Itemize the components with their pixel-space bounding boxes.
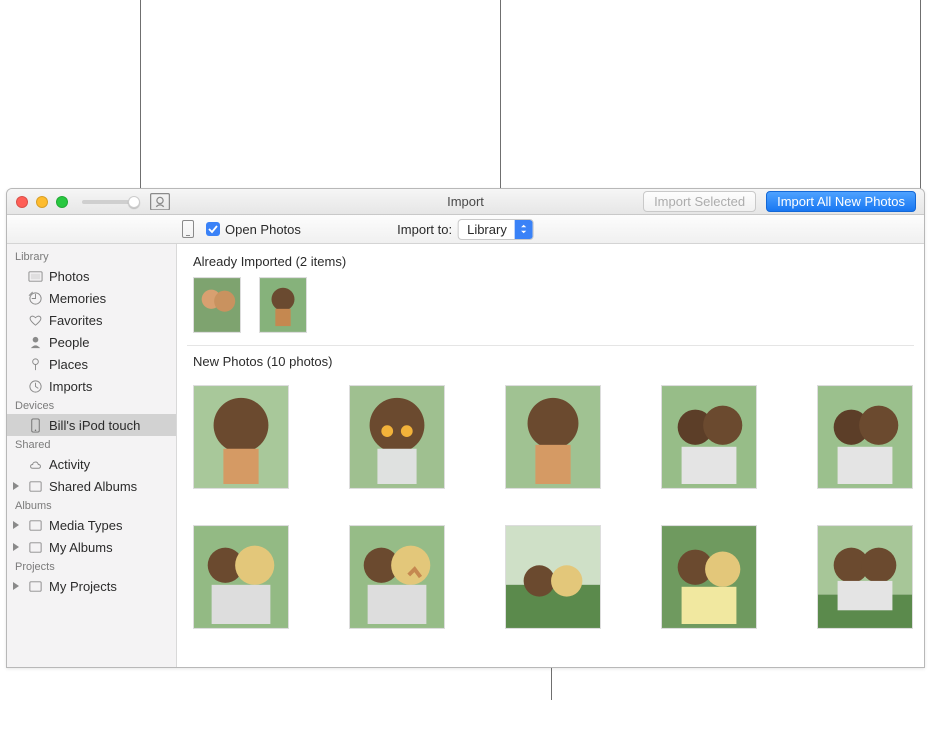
- album-icon: [27, 578, 43, 594]
- already-imported-thumbs: [187, 277, 914, 333]
- sidebar-header-library: Library: [7, 248, 176, 265]
- zoom-window-button[interactable]: [56, 196, 68, 208]
- callout-line: [920, 0, 921, 197]
- clock-icon: [27, 378, 43, 394]
- import-content: Already Imported (2 items) New Photos (1…: [177, 244, 924, 667]
- import-selected-button[interactable]: Import Selected: [643, 191, 756, 212]
- sidebar-header-shared: Shared: [7, 436, 176, 453]
- album-icon: [27, 539, 43, 555]
- thumbnail-zoom-slider[interactable]: [82, 200, 140, 204]
- album-icon: [27, 517, 43, 533]
- sidebar-item-my-projects[interactable]: My Projects: [7, 575, 176, 597]
- sidebar-item-my-albums[interactable]: My Albums: [7, 536, 176, 558]
- heart-icon: [27, 312, 43, 328]
- sidebar-item-label: My Albums: [49, 540, 113, 555]
- photos-icon: [27, 268, 43, 284]
- ipod-icon: [27, 417, 43, 433]
- sidebar-item-places[interactable]: Places: [7, 353, 176, 375]
- sidebar-item-photos[interactable]: Photos: [7, 265, 176, 287]
- new-photos-grid: [187, 377, 914, 635]
- sidebar-item-people[interactable]: People: [7, 331, 176, 353]
- memories-icon: [27, 290, 43, 306]
- sidebar-item-label: Places: [49, 357, 88, 372]
- sidebar-item-memories[interactable]: Memories: [7, 287, 176, 309]
- already-imported-label: Already Imported (2 items): [193, 254, 914, 269]
- sidebar-item-shared-albums[interactable]: Shared Albums: [7, 475, 176, 497]
- import-toolbar: Open Photos Import to: Library: [7, 215, 924, 244]
- album-icon: [27, 478, 43, 494]
- photo-thumbnail[interactable]: [349, 385, 445, 489]
- photo-thumbnail[interactable]: [193, 385, 289, 489]
- callout-line: [500, 0, 501, 218]
- sidebar-item-imports[interactable]: Imports: [7, 375, 176, 397]
- import-to-group: Import to: Library: [397, 219, 534, 240]
- sidebar-item-media-types[interactable]: Media Types: [7, 514, 176, 536]
- close-window-button[interactable]: [16, 196, 28, 208]
- open-photos-checkbox[interactable]: [206, 222, 220, 236]
- titlebar: Import Import Selected Import All New Ph…: [7, 189, 924, 215]
- sidebar-item-label: Memories: [49, 291, 106, 306]
- open-photos-label: Open Photos: [225, 222, 301, 237]
- sidebar-item-label: Photos: [49, 269, 89, 284]
- photo-thumbnail[interactable]: [193, 525, 289, 629]
- sidebar-header-projects: Projects: [7, 558, 176, 575]
- already-imported-section: Already Imported (2 items): [187, 254, 914, 346]
- photo-thumbnail[interactable]: [505, 525, 601, 629]
- sidebar-header-devices: Devices: [7, 397, 176, 414]
- sidebar-item-label: Activity: [49, 457, 90, 472]
- sidebar-item-label: Imports: [49, 379, 92, 394]
- import-all-button[interactable]: Import All New Photos: [766, 191, 916, 212]
- photo-thumbnail[interactable]: [817, 385, 913, 489]
- callout-line: [551, 665, 552, 700]
- minimize-window-button[interactable]: [36, 196, 48, 208]
- sidebar-item-favorites[interactable]: Favorites: [7, 309, 176, 331]
- import-to-value: Library: [459, 220, 515, 239]
- sidebar-item-label: My Projects: [49, 579, 117, 594]
- photo-thumbnail[interactable]: [505, 385, 601, 489]
- titlebar-right: Import Selected Import All New Photos: [643, 191, 916, 212]
- sidebar-item-label: Bill's iPod touch: [49, 418, 140, 433]
- import-to-label: Import to:: [397, 222, 452, 237]
- person-icon: [27, 334, 43, 350]
- device-icon: [182, 220, 194, 238]
- photo-thumbnail[interactable]: [661, 525, 757, 629]
- sidebar-header-albums: Albums: [7, 497, 176, 514]
- sidebar-item-label: People: [49, 335, 89, 350]
- sidebar-item-label: Favorites: [49, 313, 102, 328]
- cloud-icon: [27, 456, 43, 472]
- photo-thumbnail[interactable]: [349, 525, 445, 629]
- sidebar-item-label: Shared Albums: [49, 479, 137, 494]
- photo-thumbnail[interactable]: [193, 277, 241, 333]
- pin-icon: [27, 356, 43, 372]
- photo-thumbnail[interactable]: [661, 385, 757, 489]
- sidebar: Library Photos Memories Favorites People…: [7, 244, 177, 667]
- info-icon[interactable]: [150, 194, 170, 210]
- photo-thumbnail[interactable]: [259, 277, 307, 333]
- sidebar-item-label: Media Types: [49, 518, 122, 533]
- photo-thumbnail[interactable]: [817, 525, 913, 629]
- app-window: Import Import Selected Import All New Ph…: [6, 188, 925, 668]
- popup-arrow-icon: [515, 220, 533, 239]
- window-controls: [16, 196, 68, 208]
- import-to-popup[interactable]: Library: [458, 219, 534, 240]
- new-photos-section: New Photos (10 photos): [187, 354, 914, 635]
- sidebar-item-device[interactable]: Bill's iPod touch: [7, 414, 176, 436]
- sidebar-item-activity[interactable]: Activity: [7, 453, 176, 475]
- new-photos-label: New Photos (10 photos): [193, 354, 914, 369]
- slider-thumb[interactable]: [128, 196, 140, 208]
